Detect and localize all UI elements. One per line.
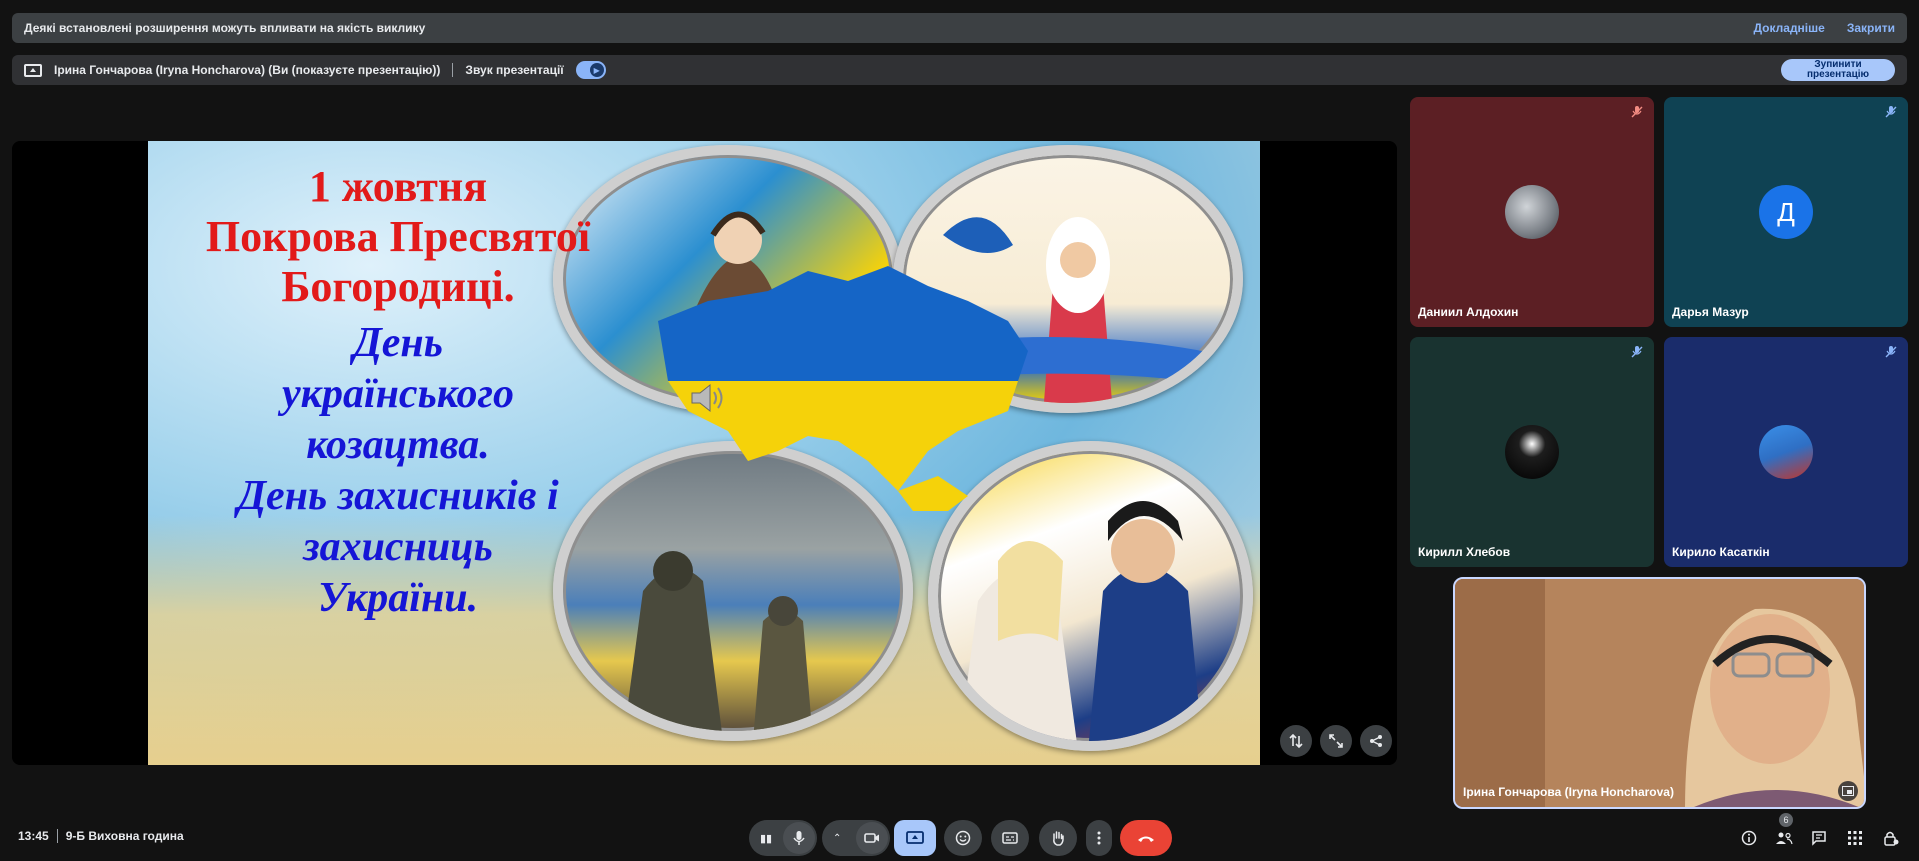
activities-button[interactable] <box>1844 827 1866 849</box>
apps-grid-icon <box>1848 831 1862 845</box>
meeting-controls-bar: 13:45 9-Б Виховна година ▮▮ ⌃ 6 <box>0 812 1919 861</box>
speaker-icon: ▶ <box>589 63 604 77</box>
banner-message: Деякі встановлені розширення можуть впли… <box>24 21 426 35</box>
expand-icon <box>1329 734 1343 748</box>
mic-icon <box>793 831 805 845</box>
leave-call-button[interactable] <box>1120 820 1172 856</box>
swap-icon <box>1289 734 1303 748</box>
current-time: 13:45 <box>18 829 49 843</box>
people-count-badge: 6 <box>1779 813 1793 827</box>
hand-icon <box>1053 831 1064 846</box>
chat-button[interactable] <box>1808 827 1830 849</box>
share-icon <box>1370 735 1382 747</box>
raise-hand-button[interactable] <box>1039 820 1077 856</box>
slide-subtitle-line-6: України. <box>317 575 479 621</box>
hang-up-icon <box>1138 836 1154 842</box>
reactions-button[interactable] <box>944 820 982 856</box>
chevron-up-icon[interactable]: ⌃ <box>833 833 841 844</box>
meeting-info: 13:45 9-Б Виховна година <box>18 829 184 843</box>
mic-off-icon <box>1885 346 1897 358</box>
pip-button[interactable] <box>1838 781 1858 801</box>
self-view-tile[interactable]: Ірина Гончарова (Iryna Honcharova) <box>1453 577 1866 809</box>
self-name: Ірина Гончарова (Iryna Honcharova) <box>1463 785 1674 799</box>
extensions-warning-banner: Деякі встановлені розширення можуть впли… <box>12 13 1907 43</box>
slide-audio-icon[interactable] <box>688 383 728 413</box>
info-icon <box>1741 830 1757 846</box>
fullscreen-button[interactable] <box>1320 725 1352 757</box>
divider <box>452 63 454 77</box>
slide-title-line-3: Богородиці. <box>281 262 515 311</box>
presentation-sound-label: Звук презентації <box>465 63 564 77</box>
meeting-details-button[interactable] <box>1738 827 1760 849</box>
avatar <box>1505 425 1559 479</box>
emoji-icon <box>955 830 971 846</box>
banner-details-link[interactable]: Докладніше <box>1753 21 1824 35</box>
mic-off-icon <box>1631 346 1643 358</box>
avatar <box>1759 425 1813 479</box>
pip-icon <box>1842 786 1854 796</box>
stop-presenting-button[interactable]: Зупинити презентацію <box>1781 59 1895 81</box>
slide-title-line-1: 1 жовтня <box>308 162 488 211</box>
people-icon <box>1776 832 1793 845</box>
camera-control-group: ⌃ <box>822 820 890 856</box>
share-button[interactable] <box>1360 725 1392 757</box>
presentation-sound-toggle[interactable]: ▶ <box>575 61 606 79</box>
present-screen-icon <box>906 831 924 844</box>
participant-tile[interactable]: Кирилл Хлебов <box>1410 337 1654 567</box>
camera-button[interactable] <box>856 822 888 854</box>
banner-close-link[interactable]: Закрити <box>1847 21 1895 35</box>
mic-control-group: ▮▮ <box>749 820 817 856</box>
audio-level-icon: ▮▮ <box>760 832 773 845</box>
captions-button[interactable] <box>991 820 1029 856</box>
participant-name: Кирило Касаткін <box>1672 545 1770 559</box>
participant-tile[interactable]: Кирило Касаткін <box>1664 337 1908 567</box>
presenter-label: Ірина Гончарова (Iryna Honcharova) (Ви (… <box>54 63 441 77</box>
present-now-button[interactable] <box>894 820 936 856</box>
presentation-slide: 1 жовтня Покрова Пресвятої Богородиці. Д… <box>148 141 1260 765</box>
presentation-bar: Ірина Гончарова (Iryna Honcharova) (Ви (… <box>12 55 1907 85</box>
participant-name: Кирилл Хлебов <box>1418 545 1511 559</box>
video-camera-icon <box>864 833 879 843</box>
swap-view-button[interactable] <box>1280 725 1312 757</box>
chat-icon <box>1812 831 1826 846</box>
participant-tile[interactable]: Даниил Алдохин <box>1410 97 1654 327</box>
participant-tile[interactable]: Д Дарья Мазур <box>1664 97 1908 327</box>
divider <box>56 829 58 843</box>
more-vert-icon <box>1097 831 1101 845</box>
self-video <box>1455 579 1864 807</box>
participant-name: Дарья Мазур <box>1672 305 1749 319</box>
lock-person-icon <box>1884 831 1899 846</box>
presentation-stage: 1 жовтня Покрова Пресвятої Богородиці. Д… <box>12 141 1397 765</box>
avatar <box>1505 185 1559 239</box>
participant-name: Даниил Алдохин <box>1418 305 1519 319</box>
avatar: Д <box>1759 185 1813 239</box>
meeting-name: 9-Б Виховна година <box>65 829 184 843</box>
host-controls-button[interactable] <box>1880 827 1902 849</box>
slide-title-line-2: Покрова Пресвятої <box>205 212 591 261</box>
captions-icon <box>1002 832 1018 844</box>
mic-off-icon <box>1885 106 1897 118</box>
present-screen-icon <box>24 63 42 77</box>
mic-button[interactable] <box>783 822 815 854</box>
people-button[interactable]: 6 <box>1773 813 1795 849</box>
more-options-button[interactable] <box>1086 820 1112 856</box>
mic-off-icon <box>1631 106 1643 118</box>
